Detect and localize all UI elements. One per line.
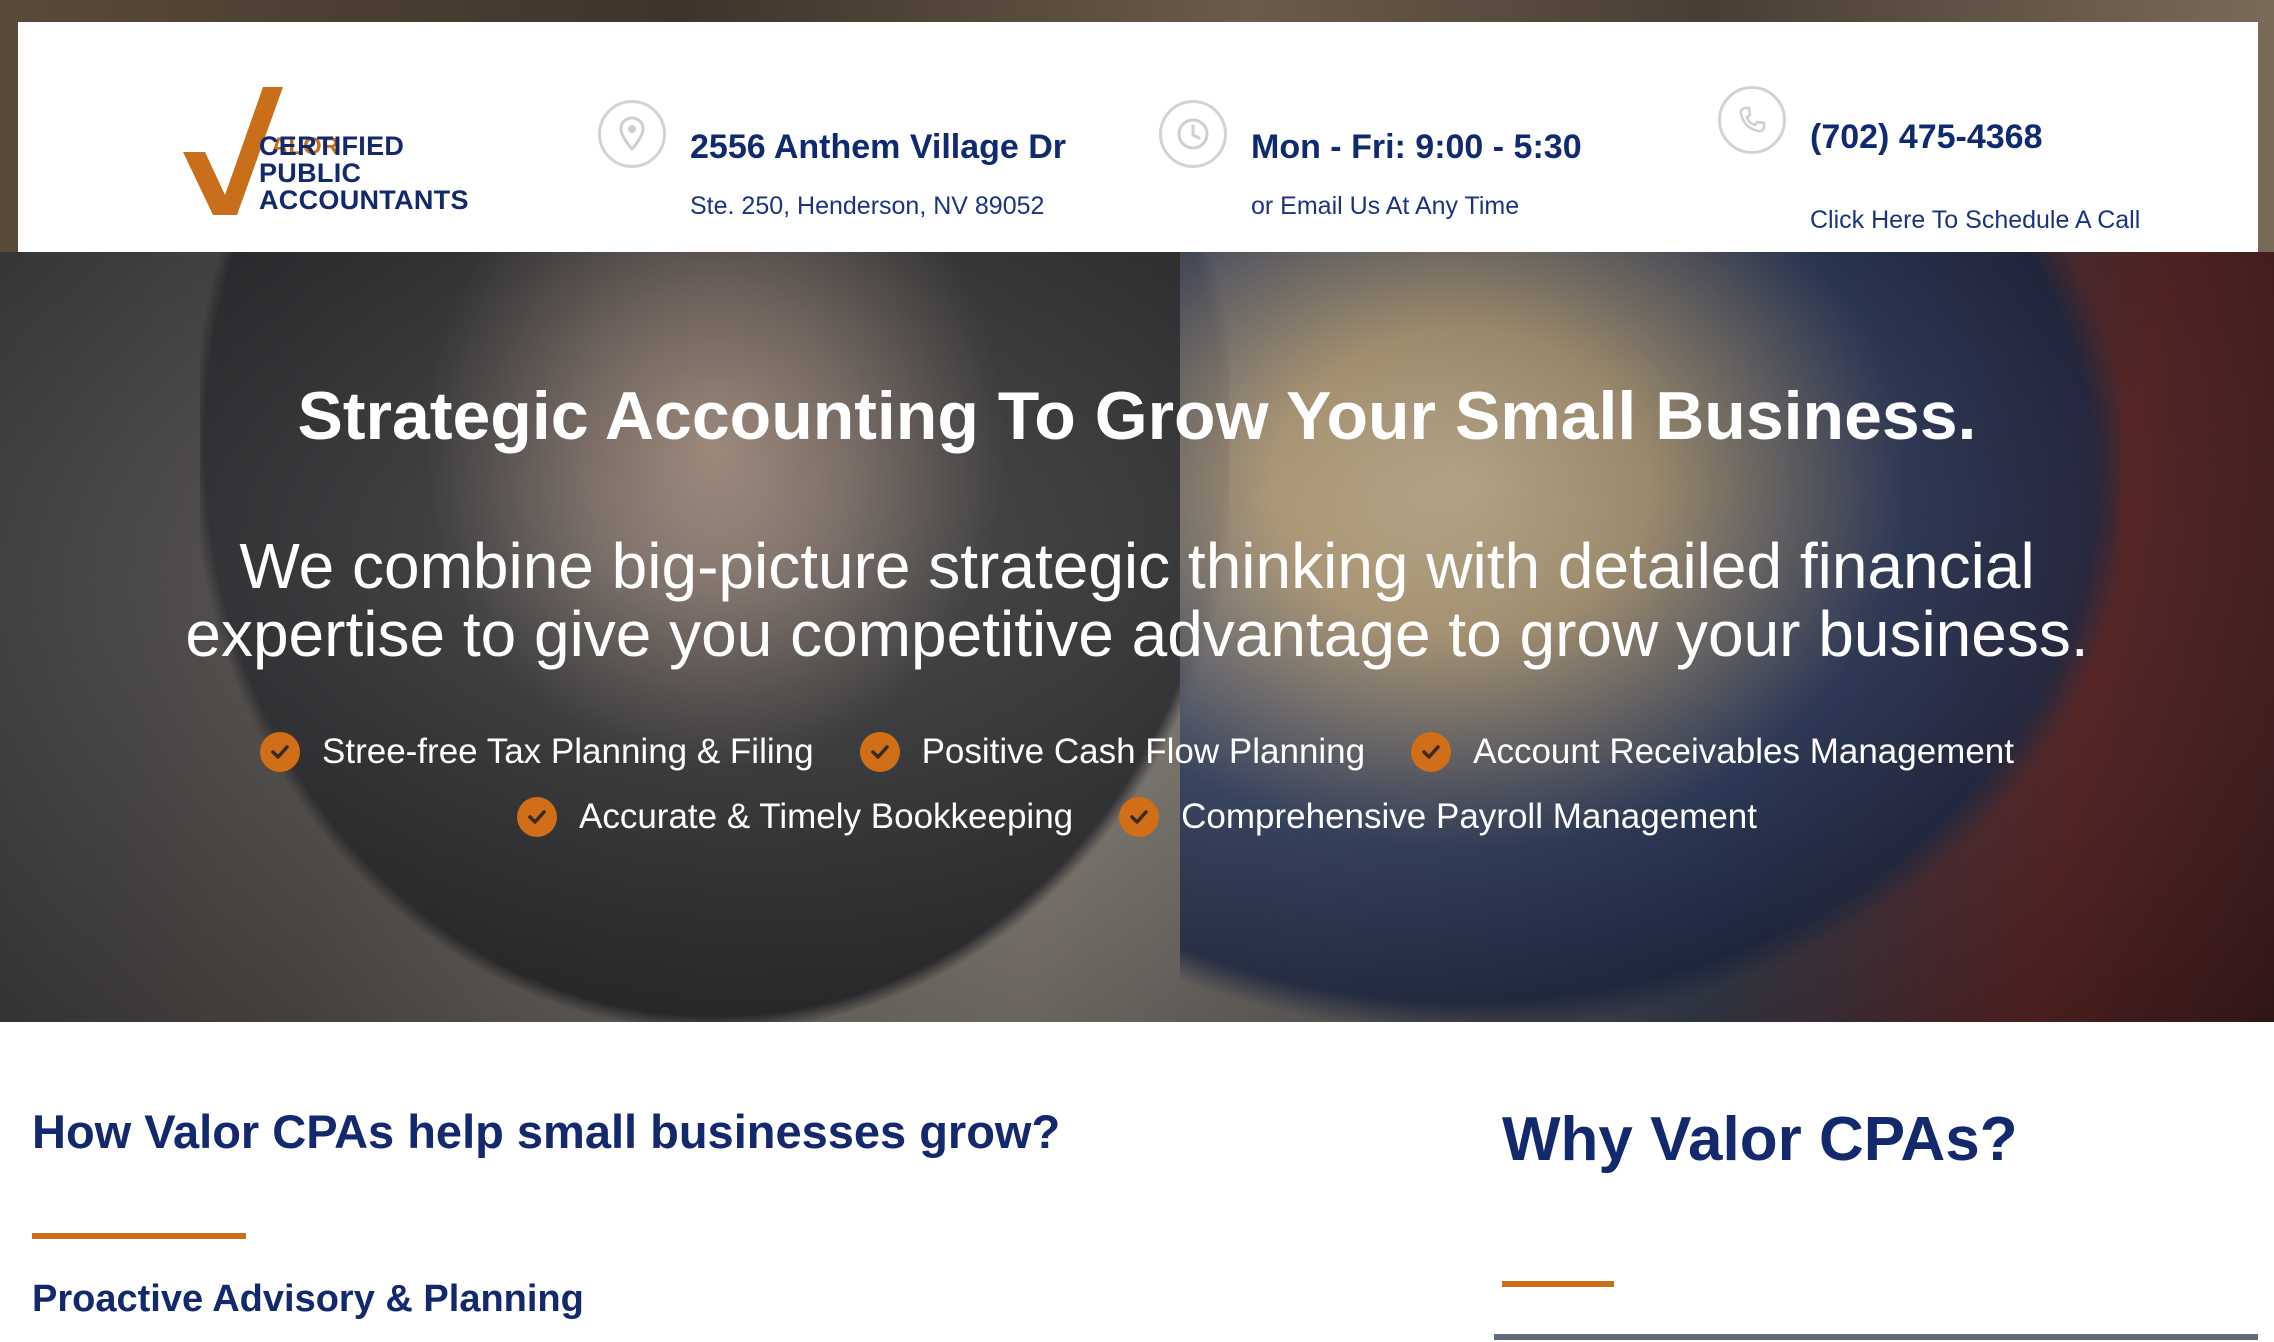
feature-label: Accurate & Timely Bookkeeping — [579, 797, 1074, 836]
address-line-2: Ste. 250, Henderson, NV 89052 — [690, 192, 1045, 220]
email-note: or Email Us At Any Time — [1251, 192, 1520, 220]
feature-list-row-1: Stree-free Tax Planning & Filing Positiv… — [0, 732, 2274, 772]
check-circle-icon — [1119, 797, 1160, 837]
feature-item: Stree-free Tax Planning & Filing — [260, 732, 814, 772]
phone-number-link[interactable]: (702) 475-4368 — [1810, 118, 2043, 157]
feature-item: Positive Cash Flow Planning — [859, 732, 1366, 772]
check-circle-icon — [260, 732, 300, 772]
site-header: ALOR CERTIFIED PUBLIC ACCOUNTANTS 2556 A… — [18, 22, 2258, 252]
feature-label: Account Receivables Management — [1473, 732, 2014, 771]
check-circle-icon — [517, 797, 557, 837]
feature-label: Positive Cash Flow Planning — [921, 732, 1366, 771]
title-accent-divider — [32, 1233, 246, 1239]
feature-item: Comprehensive Payroll Management — [1119, 797, 1757, 837]
logo-line-1: CERTIFIED — [259, 131, 405, 161]
services-section-title: How Valor CPAs help small businesses gro… — [32, 1105, 1061, 1158]
valor-cpa-logo[interactable]: ALOR CERTIFIED PUBLIC ACCOUNTANTS — [163, 77, 468, 217]
hero-description: We combine big-picture strategic thinkin… — [185, 530, 2089, 670]
schedule-call-link[interactable]: Click Here To Schedule A Call — [1810, 206, 2140, 235]
logo-line-3: ACCOUNTANTS — [259, 185, 469, 215]
logo-line-2: PUBLIC — [259, 158, 362, 188]
check-circle-icon — [859, 732, 900, 772]
clock-icon — [1159, 100, 1227, 168]
why-section-title: Why Valor CPAs? — [1502, 1105, 2018, 1174]
phone-icon — [1718, 86, 1786, 154]
map-pin-icon — [598, 100, 666, 168]
check-circle-icon — [1411, 732, 1452, 772]
feature-item: Account Receivables Management — [1411, 732, 2014, 772]
address-line-1: 2556 Anthem Village Dr — [690, 128, 1067, 166]
feature-label: Comprehensive Payroll Management — [1181, 797, 1757, 836]
advisory-subheading: Proactive Advisory & Planning — [32, 1278, 584, 1320]
hero-banner: Strategic Accounting To Grow Your Small … — [0, 252, 2274, 1022]
hero-title: Strategic Accounting To Grow Your Small … — [297, 378, 1977, 454]
business-hours: Mon - Fri: 9:00 - 5:30 — [1251, 128, 1582, 166]
why-accent-divider — [1502, 1281, 1614, 1287]
feature-label: Stree-free Tax Planning & Filing — [322, 732, 814, 771]
feature-list-row-2: Accurate & Timely Bookkeeping Comprehens… — [0, 797, 2274, 837]
feature-item: Accurate & Timely Bookkeeping — [517, 797, 1073, 837]
sidebar-divider — [1494, 1334, 2258, 1340]
